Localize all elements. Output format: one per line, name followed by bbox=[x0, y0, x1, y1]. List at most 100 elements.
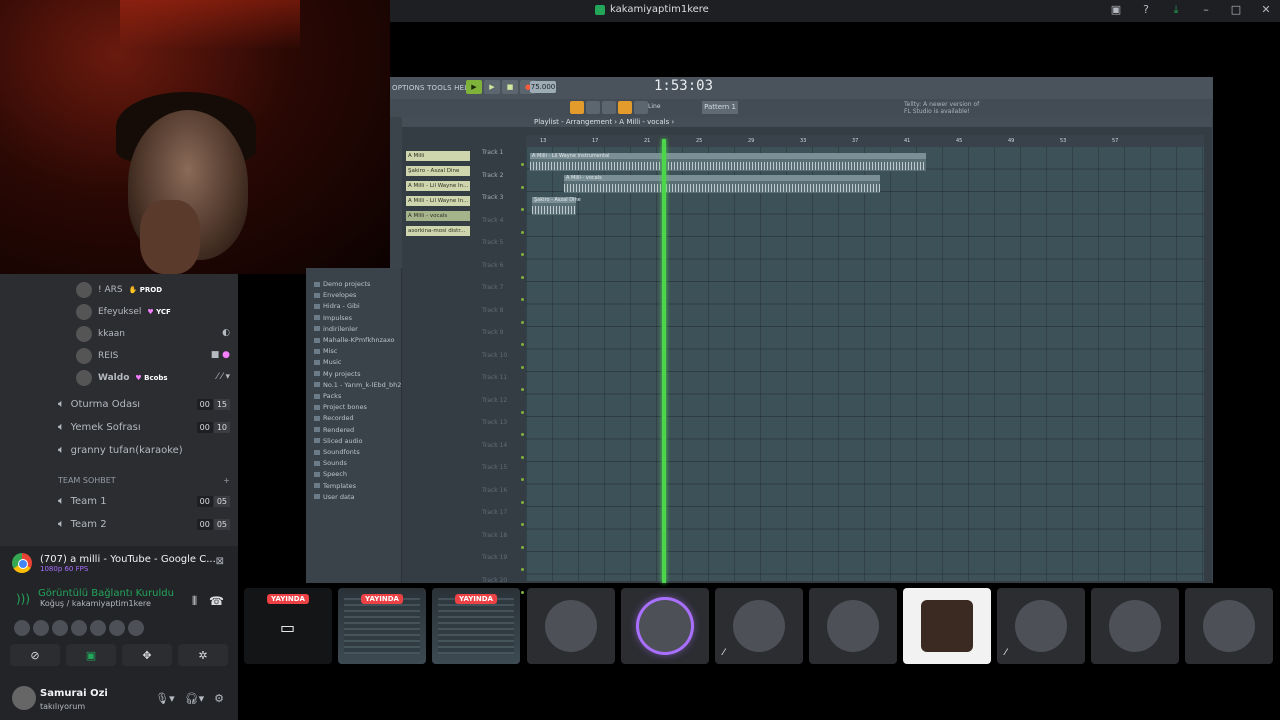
picker-item[interactable]: A Milli - Lil Wayne In... bbox=[406, 196, 470, 206]
browser-folder[interactable]: Speech bbox=[314, 470, 347, 478]
connection-status[interactable]: ))) Görüntülü Bağlantı Kuruldu Koğuş / k… bbox=[14, 588, 174, 608]
track-mute-dot[interactable] bbox=[521, 410, 524, 414]
browser-folder[interactable]: Misc bbox=[314, 347, 337, 355]
stream-tile[interactable]: YAYINDA ▭ bbox=[244, 588, 332, 664]
track-mute-dot[interactable] bbox=[521, 185, 524, 189]
stop-stream-icon[interactable]: ⊠ bbox=[216, 556, 224, 567]
pattern-song-toggle[interactable]: ▶ bbox=[466, 80, 482, 94]
track-mute-dot[interactable] bbox=[521, 388, 524, 391]
minimize-icon[interactable]: – bbox=[1198, 3, 1214, 17]
browser-folder[interactable]: Rendered bbox=[314, 426, 354, 434]
play-button[interactable]: ▶ bbox=[484, 80, 500, 94]
track-mute-dot[interactable] bbox=[521, 523, 524, 526]
timeline-ruler[interactable]: 13 17 21 25 29 33 37 41 45 49 53 57 bbox=[526, 135, 1204, 147]
user-tile[interactable] bbox=[1091, 588, 1179, 664]
picker-item[interactable]: A Milli - Lil Wayne In... bbox=[406, 181, 470, 191]
track-mute-dot[interactable] bbox=[521, 163, 524, 166]
microphone-icon[interactable]: 🎙︎▾ bbox=[155, 692, 175, 705]
playhead[interactable] bbox=[662, 139, 666, 583]
audio-clip[interactable]: A Milli - Lil Wayne Instrumental bbox=[530, 153, 926, 171]
track-mute-dot[interactable] bbox=[521, 433, 524, 436]
browser-folder[interactable]: Envelopes bbox=[314, 291, 356, 299]
noise-suppression-icon[interactable]: ⫴ bbox=[192, 594, 197, 609]
stream-tile[interactable]: YAYINDA bbox=[338, 588, 426, 664]
add-channel-icon[interactable]: + bbox=[223, 476, 230, 485]
track-header[interactable]: Track 12 bbox=[482, 397, 507, 404]
user-tile[interactable]: ⁄ bbox=[997, 588, 1085, 664]
browser-folder[interactable]: User data bbox=[314, 493, 355, 501]
track-header[interactable]: Track 8 bbox=[482, 307, 503, 314]
track-mute-dot[interactable] bbox=[521, 568, 524, 571]
track-mute-dot[interactable] bbox=[521, 545, 524, 549]
headphones-icon[interactable]: 🎧︎▾ bbox=[185, 692, 205, 705]
browser-folder[interactable]: Demo projects bbox=[314, 280, 370, 288]
browser-folder[interactable]: Music bbox=[314, 358, 342, 366]
audio-clip[interactable]: A Milli - vocals bbox=[564, 175, 880, 193]
tempo-display[interactable]: 75.000 bbox=[530, 81, 556, 93]
download-icon[interactable]: ⤓ bbox=[1168, 3, 1184, 17]
track-header[interactable]: Track 7 bbox=[482, 284, 503, 291]
picker-item[interactable]: A Milli bbox=[406, 151, 470, 161]
browser-folder[interactable]: Templates bbox=[314, 482, 356, 490]
track-mute-dot[interactable] bbox=[521, 500, 524, 504]
voice-channel[interactable]: 🔈︎ granny tufan(karaoke) bbox=[58, 440, 230, 460]
track-header[interactable]: Track 5 bbox=[482, 239, 503, 246]
track-mute-dot[interactable] bbox=[521, 365, 524, 369]
arrangement-grid[interactable] bbox=[526, 147, 1204, 581]
category-team-sohbet[interactable]: TEAM SOHBET + bbox=[58, 476, 230, 485]
browser-folder[interactable]: indirilenler bbox=[314, 325, 358, 333]
user-tile[interactable] bbox=[621, 588, 709, 664]
track-mute-dot[interactable] bbox=[521, 320, 524, 324]
audio-clip[interactable]: Şakiro - Aszal Dine bbox=[532, 197, 581, 215]
track-header[interactable]: Track 11 bbox=[482, 374, 507, 381]
browser-folder[interactable]: Project bones bbox=[314, 403, 367, 411]
user-tile[interactable] bbox=[903, 588, 991, 664]
picker-item[interactable]: Şakiro - Aszal Dine bbox=[406, 166, 470, 176]
track-header[interactable]: Track 14 bbox=[482, 442, 507, 449]
share-screen-button[interactable]: ▣ bbox=[66, 644, 116, 666]
browser-folder[interactable]: Mahalle-KPmfkhnzaxo bbox=[314, 336, 394, 344]
avatar[interactable] bbox=[12, 686, 36, 710]
user-tile[interactable] bbox=[527, 588, 615, 664]
track-header[interactable]: Track 2 bbox=[482, 172, 503, 179]
user-tile[interactable] bbox=[809, 588, 897, 664]
voice-channel[interactable]: 🔈︎ Team 2 00 05 bbox=[58, 514, 230, 534]
monitor-icon[interactable]: ▣ bbox=[1108, 3, 1124, 17]
voice-user[interactable]: kkaan ◐ bbox=[76, 324, 230, 344]
track-mute-dot[interactable] bbox=[521, 230, 524, 234]
track-header[interactable]: Track 17 bbox=[482, 509, 507, 516]
browser-folder[interactable]: My projects bbox=[314, 370, 360, 378]
browser-folder[interactable]: Recorded bbox=[314, 414, 354, 422]
track-header[interactable]: Track 3 bbox=[482, 194, 503, 201]
stream-tile[interactable]: YAYINDA bbox=[432, 588, 520, 664]
picker-item[interactable]: asorkina-mosi distr... bbox=[406, 226, 470, 236]
browser-folder[interactable]: No.1 - Yarım_k-lEbd_bh2Bvo bbox=[314, 381, 414, 389]
gear-icon[interactable]: ⚙ bbox=[214, 692, 224, 705]
stop-button[interactable]: ■ bbox=[502, 80, 518, 94]
pattern-selector[interactable]: Pattern 1 bbox=[702, 101, 738, 114]
maximize-icon[interactable]: □ bbox=[1228, 3, 1244, 17]
soundboard-button[interactable]: ✲ bbox=[178, 644, 228, 666]
snap-select[interactable]: Line bbox=[648, 103, 661, 110]
user-tile[interactable]: ⁄ bbox=[715, 588, 803, 664]
track-header[interactable]: Track 10 bbox=[482, 352, 507, 359]
browser-folder[interactable]: Impulses bbox=[314, 314, 352, 322]
track-mute-dot[interactable] bbox=[521, 343, 524, 346]
browser-folder[interactable]: Sounds bbox=[314, 459, 347, 467]
track-header[interactable]: Track 9 bbox=[482, 329, 503, 336]
user-tile[interactable] bbox=[1185, 588, 1273, 664]
track-header[interactable]: Track 18 bbox=[482, 532, 507, 539]
voice-channel[interactable]: 🔈︎ Oturma Odası 00 15 bbox=[58, 394, 230, 414]
track-header[interactable]: Track 16 bbox=[482, 487, 507, 494]
track-mute-dot[interactable] bbox=[521, 208, 524, 211]
track-mute-dot[interactable] bbox=[521, 275, 524, 279]
track-mute-dot[interactable] bbox=[521, 455, 524, 459]
voice-user[interactable]: Waldo ♥ Bcobs ⁄ ⁄ ▾ bbox=[76, 368, 230, 388]
track-header[interactable]: Track 15 bbox=[482, 464, 507, 471]
track-header[interactable]: Track 6 bbox=[482, 262, 503, 269]
track-header[interactable]: Track 20 bbox=[482, 577, 507, 584]
browser-folder[interactable]: Soundfonts bbox=[314, 448, 360, 456]
help-icon[interactable]: ? bbox=[1138, 3, 1154, 17]
browser-folder[interactable]: Packs bbox=[314, 392, 341, 400]
disconnect-icon[interactable]: ☎ bbox=[209, 594, 224, 609]
